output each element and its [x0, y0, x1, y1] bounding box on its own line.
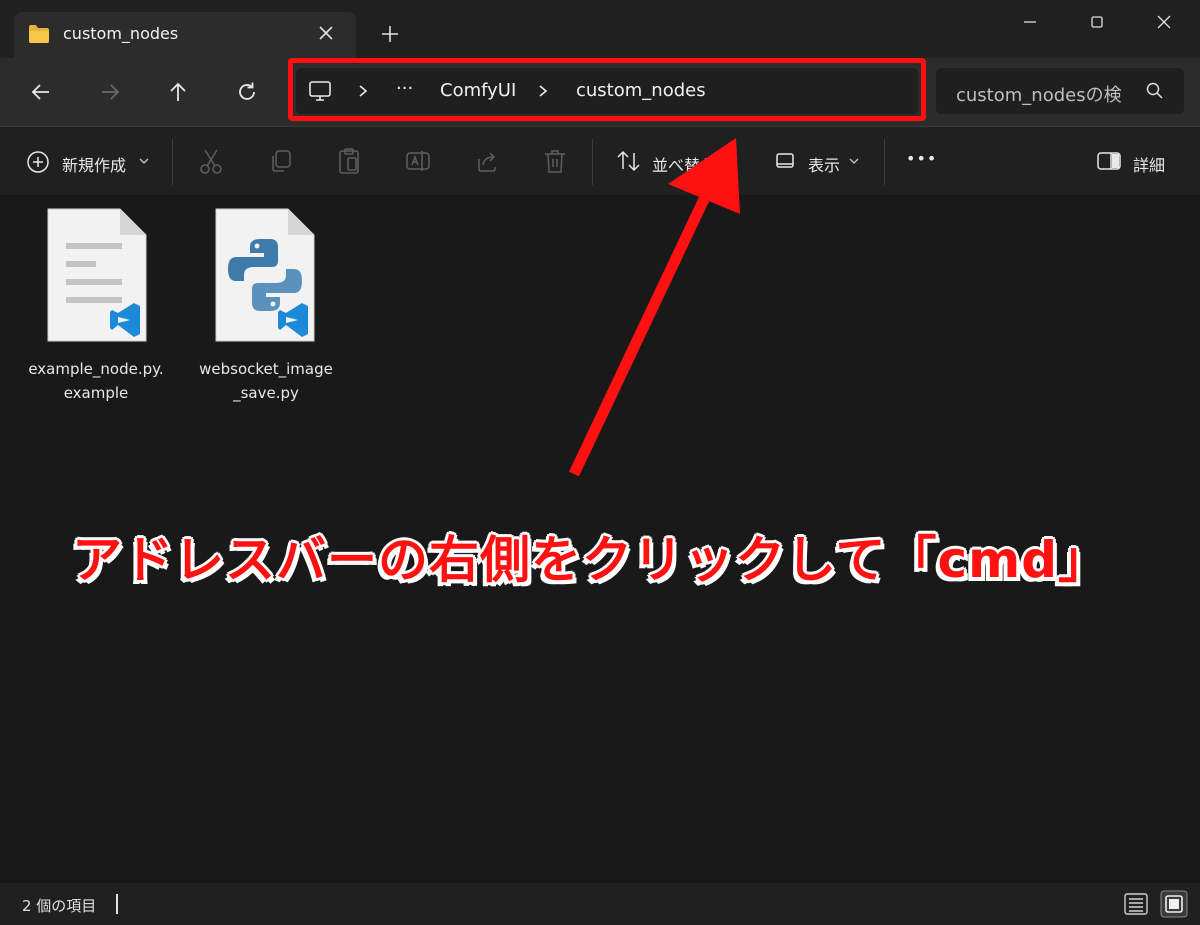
- chevron-down-icon[interactable]: [138, 156, 150, 166]
- search-box[interactable]: custom_nodesの検: [936, 68, 1184, 114]
- sort-button[interactable]: 並べ替え: [652, 152, 716, 176]
- paste-icon[interactable]: [336, 147, 362, 175]
- sort-icon[interactable]: [616, 149, 642, 173]
- copy-icon[interactable]: [268, 147, 294, 175]
- maximize-icon[interactable]: [1083, 8, 1111, 36]
- file-item-example-node[interactable]: example_node.py.example: [26, 205, 166, 405]
- instruction-annotation: アドレスバーの右側をクリックして「cmd」: [72, 531, 1110, 589]
- view-layout-icon[interactable]: [774, 150, 796, 172]
- details-view-icon[interactable]: [1122, 890, 1150, 918]
- command-bar: 新規作成 並べ替え 表示 ••• 詳細: [0, 127, 1200, 195]
- delete-trash-icon[interactable]: [542, 147, 568, 175]
- back-arrow-icon[interactable]: [27, 78, 55, 106]
- separator: [592, 139, 593, 185]
- item-count: 2 個の項目: [22, 897, 97, 915]
- minimize-icon[interactable]: [1016, 8, 1044, 36]
- folder-icon: [29, 25, 49, 43]
- search-placeholder: custom_nodesの検: [956, 85, 1122, 106]
- cut-icon[interactable]: [198, 147, 224, 175]
- plus-icon[interactable]: [378, 22, 402, 46]
- window-close-icon[interactable]: [1150, 8, 1178, 36]
- chevron-down-icon[interactable]: [848, 156, 860, 166]
- share-icon[interactable]: [474, 147, 500, 175]
- details-button[interactable]: 詳細: [1133, 152, 1165, 176]
- status-bar: 2 個の項目: [0, 883, 1200, 925]
- status-caret: [116, 894, 118, 914]
- text-file-vscode-icon: [47, 208, 147, 342]
- up-arrow-icon[interactable]: [164, 78, 192, 106]
- view-button[interactable]: 表示: [808, 152, 840, 176]
- refresh-icon[interactable]: [233, 78, 261, 106]
- new-plus-circle-icon[interactable]: [26, 150, 50, 174]
- search-icon[interactable]: [1144, 80, 1166, 102]
- file-name: websocket_image_save.py: [199, 360, 333, 402]
- forward-arrow-icon[interactable]: [96, 78, 124, 106]
- new-button[interactable]: 新規作成: [62, 152, 126, 176]
- rename-icon[interactable]: [404, 147, 432, 175]
- tab-title: custom_nodes: [63, 24, 179, 43]
- python-file-vscode-icon: [215, 208, 315, 342]
- file-item-websocket-image-save[interactable]: websocket_image_save.py: [196, 205, 336, 405]
- address-bar-highlight: [288, 58, 926, 121]
- more-options-button[interactable]: •••: [906, 149, 937, 168]
- tab-custom-nodes[interactable]: custom_nodes: [14, 12, 356, 58]
- large-icons-view-icon[interactable]: [1160, 890, 1188, 918]
- details-pane-icon[interactable]: [1096, 150, 1122, 172]
- file-name: example_node.py.example: [28, 360, 164, 402]
- separator: [884, 139, 885, 185]
- title-bar: custom_nodes: [0, 0, 1200, 58]
- separator: [172, 139, 173, 185]
- close-icon[interactable]: [314, 21, 338, 45]
